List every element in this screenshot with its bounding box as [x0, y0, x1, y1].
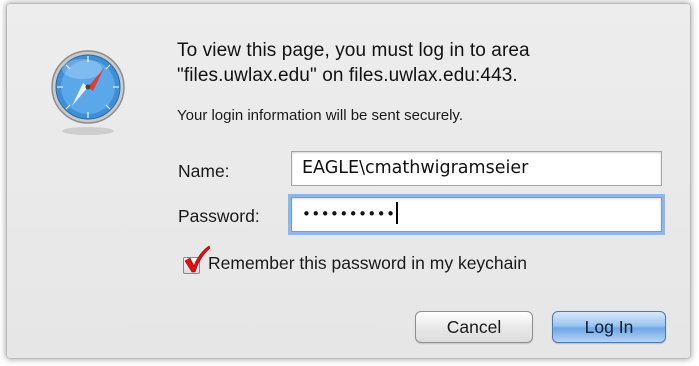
remember-checkbox[interactable]	[183, 245, 211, 274]
name-input[interactable]: EAGLE\cmathwigramseier	[291, 151, 662, 186]
checkmark-icon	[184, 245, 211, 272]
login-dialog: To view this page, you must log in to ar…	[7, 4, 690, 358]
text-caret	[396, 202, 399, 224]
password-input[interactable]: ••••••••••	[291, 197, 662, 232]
safari-compass-icon	[49, 42, 127, 138]
login-message: To view this page, you must log in to ar…	[177, 40, 530, 86]
name-label: Name:	[178, 161, 230, 181]
log-in-button[interactable]: Log In	[552, 311, 666, 343]
remember-password-row[interactable]: Remember this password in my keychain	[183, 245, 528, 278]
password-input-value: ••••••••••	[302, 205, 396, 223]
cancel-button[interactable]: Cancel	[415, 311, 533, 343]
remember-label: Remember this password in my keychain	[208, 252, 528, 273]
name-input-value: EAGLE\cmathwigramseier	[302, 158, 529, 178]
password-label: Password:	[178, 206, 260, 226]
secure-note: Your login information will be sent secu…	[177, 107, 463, 124]
